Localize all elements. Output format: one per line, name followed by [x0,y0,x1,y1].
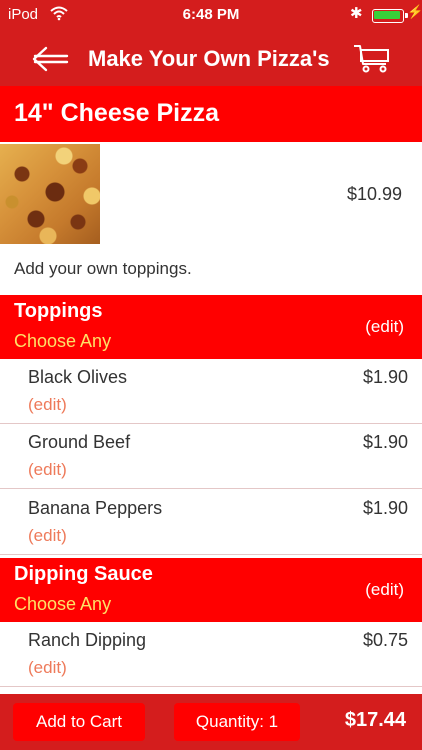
add-to-cart-button[interactable]: Add to Cart [13,703,145,741]
item-price: $1.90 [362,367,408,387]
product-price: $10.99 [346,184,402,204]
item-edit-link[interactable]: (edit) [28,395,67,415]
nav-bar: Make Your Own Pizza's [0,30,422,86]
section-edit-link[interactable]: (edit) [365,317,404,337]
battery-icon [372,9,408,23]
item-edit-link[interactable]: (edit) [28,526,67,546]
section-header-toppings[interactable]: Toppings Choose Any (edit) [0,295,422,359]
charging-bolt-icon: ⚡ [407,4,422,19]
back-arrow-icon[interactable] [30,44,70,74]
product-header: 14" Cheese Pizza [0,86,422,142]
quantity-button[interactable]: Quantity: 1 [174,703,300,741]
page-title: Make Your Own Pizza's [88,46,330,71]
pizza-image [0,144,100,244]
footer-bar: Add to Cart Quantity: 1 $17.44 [0,694,422,750]
order-total: $17.44 [344,709,406,731]
item-edit-link[interactable]: (edit) [28,460,67,480]
item-name: Black Olives [28,367,128,387]
list-item[interactable]: Ranch Dipping $0.75 (edit) [0,622,422,687]
product-name: 14" Cheese Pizza [14,99,220,127]
item-edit-link[interactable]: (edit) [28,658,67,678]
section-subtitle: Choose Any [14,594,112,614]
section-subtitle: Choose Any [14,331,112,351]
section-edit-link[interactable]: (edit) [365,580,404,600]
section-header-dipping-sauce[interactable]: Dipping Sauce Choose Any (edit) [0,558,422,622]
list-item[interactable]: Banana Peppers $1.90 (edit) [0,490,422,555]
product-description: Add your own toppings. [14,259,192,278]
list-item[interactable]: Black Olives $1.90 (edit) [0,359,422,424]
item-name: Banana Peppers [28,498,163,518]
section-title: Toppings [14,300,103,322]
section-title: Dipping Sauce [14,563,153,585]
item-price: $0.75 [362,630,408,650]
item-name: Ground Beef [28,432,131,452]
item-price: $1.90 [362,498,408,518]
list-item[interactable]: Ground Beef $1.90 (edit) [0,424,422,489]
item-name: Ranch Dipping [28,630,147,650]
item-price: $1.90 [362,432,408,452]
status-bar: iPod 6:48 PM ✱ ⚡ [0,0,422,30]
shopping-cart-icon[interactable] [352,42,392,74]
bluetooth-icon: ✱ [350,5,363,22]
